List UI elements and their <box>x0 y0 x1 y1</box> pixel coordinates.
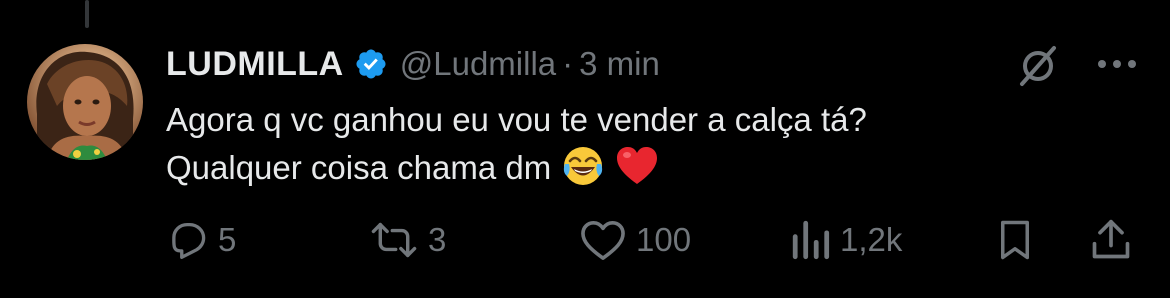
tweet-text-line-2-text: Qualquer coisa chama dm <box>166 149 552 186</box>
grok-icon[interactable] <box>1014 44 1062 88</box>
like-button[interactable]: 100 <box>580 212 691 268</box>
more-horizontal-icon[interactable] <box>1094 52 1140 76</box>
share-button[interactable] <box>1090 212 1132 268</box>
views-button[interactable]: 1,2k <box>790 212 902 268</box>
separator-dot: · <box>562 45 574 82</box>
repost-count: 3 <box>428 221 447 258</box>
face-with-tears-of-joy-emoji <box>561 144 605 188</box>
share-icon <box>1090 218 1132 262</box>
author-handle[interactable]: @Ludmilla <box>400 45 556 83</box>
reply-count: 5 <box>218 221 237 258</box>
tweet-text-line-1: Agora q vc ganhou eu vou te vender a cal… <box>166 101 867 138</box>
bookmark-button[interactable] <box>996 212 1034 268</box>
like-count: 100 <box>636 221 692 258</box>
reply-button[interactable]: 5 <box>166 212 236 268</box>
repost-button[interactable]: 3 <box>370 212 446 268</box>
tweet-text: Agora q vc ganhou eu vou te vender a cal… <box>166 96 867 192</box>
tweet-text-line-2: Qualquer coisa chama dm <box>166 144 867 192</box>
author-display-name[interactable]: LUDMILLA <box>166 45 344 84</box>
tweet-header: LUDMILLA @Ludmilla · 3 min <box>166 40 660 88</box>
red-heart-emoji <box>615 144 659 188</box>
tweet-actions-bar: 5 3 100 1,2k <box>0 212 1170 268</box>
bookmark-icon <box>996 219 1034 261</box>
avatar[interactable] <box>27 44 143 160</box>
repost-icon <box>370 219 418 261</box>
verified-badge-icon <box>354 47 388 81</box>
reply-icon <box>166 219 208 261</box>
heart-icon <box>580 219 626 261</box>
thread-connector-line <box>85 0 89 28</box>
views-icon <box>790 219 830 261</box>
views-count: 1,2k <box>840 221 903 258</box>
timestamp[interactable]: 3 min <box>579 45 660 83</box>
